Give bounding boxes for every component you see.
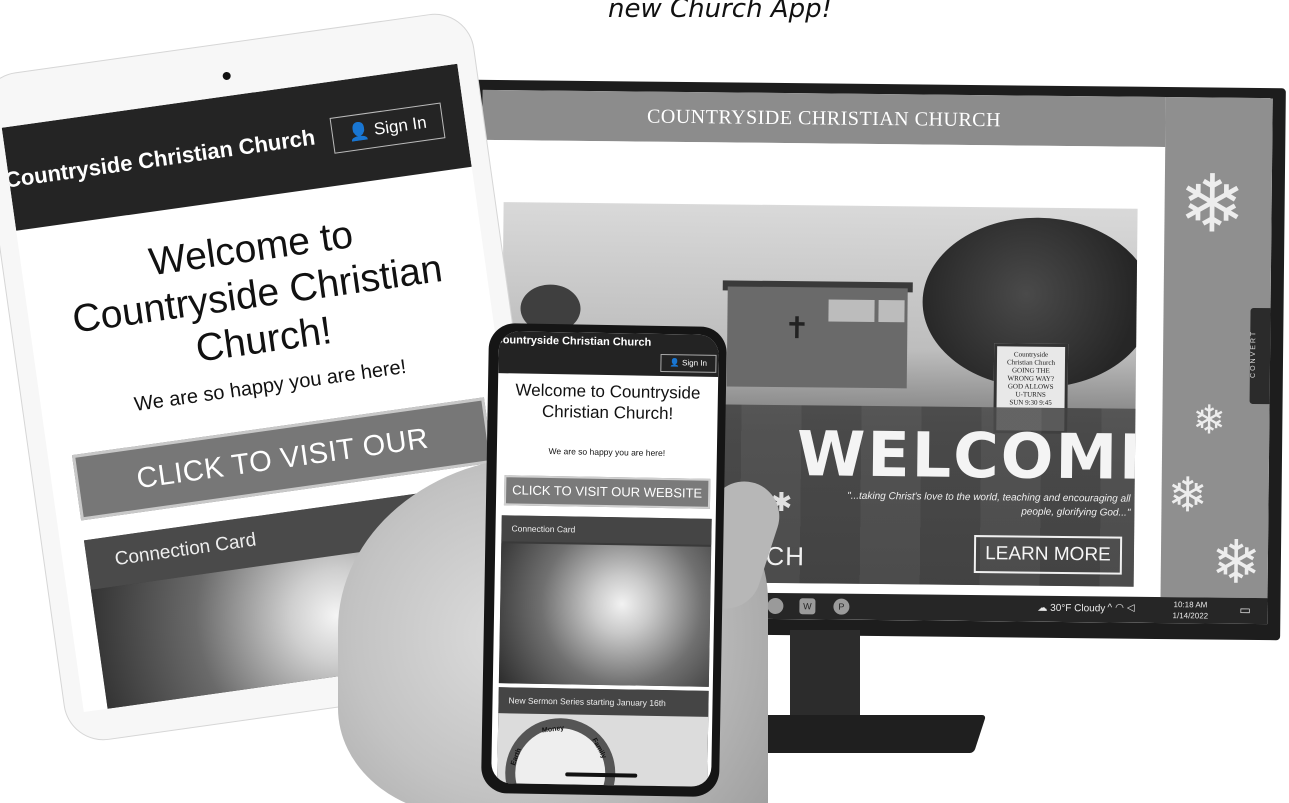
tablet-signin-button[interactable]: 👤 Sign In <box>329 102 446 154</box>
cloud-icon: ☁ <box>1037 602 1051 614</box>
snowflake-icon: ❄ <box>1178 159 1247 249</box>
user-icon: 👤 <box>347 120 376 143</box>
phone-sermon-series-card[interactable]: New Sermon Series starting January 16th … <box>497 687 709 787</box>
church-window <box>878 300 905 323</box>
wifi-icon: ◠ <box>1115 602 1127 614</box>
user-icon: 👤 <box>669 358 683 368</box>
clock-date: 1/14/2022 <box>1172 611 1209 621</box>
phone-navbar: Countryside Christian Church 👤 Sign In <box>495 331 719 377</box>
weather-widget[interactable]: ☁ 30°F Cloudy <box>1037 603 1105 615</box>
phone-subtitle: We are so happy you are here! <box>548 446 666 459</box>
caption-text: new Church App! <box>607 0 833 24</box>
site-title[interactable]: COUNTRYSIDE CHRISTIAN CHURCH <box>482 104 1165 134</box>
phone-screen: Countryside Christian Church 👤 Sign In W… <box>491 331 719 787</box>
chrome-icon[interactable] <box>767 597 784 615</box>
speaker-icon: ◁ <box>1126 602 1138 614</box>
phone-device: Countryside Christian Church 👤 Sign In W… <box>480 322 728 798</box>
site-header: COUNTRYSIDE CHRISTIAN CHURCH <box>482 89 1166 148</box>
clock-time: 10:18 AM <box>1173 600 1208 610</box>
tablet-brand[interactable]: Countryside Christian Church <box>3 124 316 193</box>
signin-label: Sign In <box>372 112 428 139</box>
taskbar-clock[interactable]: 10:18 AM 1/14/2022 <box>1167 599 1213 621</box>
camera-icon <box>222 71 232 81</box>
phone-visit-website-button[interactable]: CLICK TO VISIT OUR WEBSITE <box>503 475 711 509</box>
monitor-stand-neck <box>790 630 860 720</box>
word-icon[interactable]: W <box>799 598 816 615</box>
hero-tagline: "...taking Christ's love to the world, t… <box>847 490 1131 519</box>
phone-connection-card[interactable]: Connection Card <box>498 515 712 687</box>
card-title: New Sermon Series starting January 16th <box>498 687 709 717</box>
phone-signin-button[interactable]: 👤 Sign In <box>660 353 717 373</box>
snowflake-icon: ❄ <box>1167 469 1209 523</box>
notification-icon[interactable]: ▭ <box>1239 603 1250 617</box>
powerpoint-icon[interactable]: P <box>833 598 850 615</box>
phone-brand[interactable]: Countryside Christian Church <box>495 334 652 349</box>
convert-tab[interactable]: CONVERT <box>1249 307 1273 405</box>
weather-text: 30°F Cloudy <box>1050 602 1106 615</box>
system-tray[interactable]: ^◠◁ <box>1107 602 1137 613</box>
convert-label: CONVERT <box>1249 329 1258 378</box>
cross-icon: ✝ <box>784 311 810 347</box>
chevron-up-icon: ^ <box>1107 602 1116 614</box>
snowflake-icon: ❄ <box>1192 398 1227 443</box>
sign-line: SUN 9:30 9:45 <box>1009 398 1052 407</box>
hero-headline: WELCOME <box>796 417 1138 495</box>
snowflake-icon: ❄ <box>1210 528 1262 597</box>
learn-more-button[interactable]: LEARN MORE <box>973 535 1123 575</box>
church-window <box>828 299 875 322</box>
signin-label: Sign In <box>682 358 708 368</box>
holding-hands-image <box>498 543 712 687</box>
phone-welcome-heading: Welcome to Countryside Christian Church! <box>515 380 701 424</box>
card-title: Connection Card <box>501 515 712 545</box>
